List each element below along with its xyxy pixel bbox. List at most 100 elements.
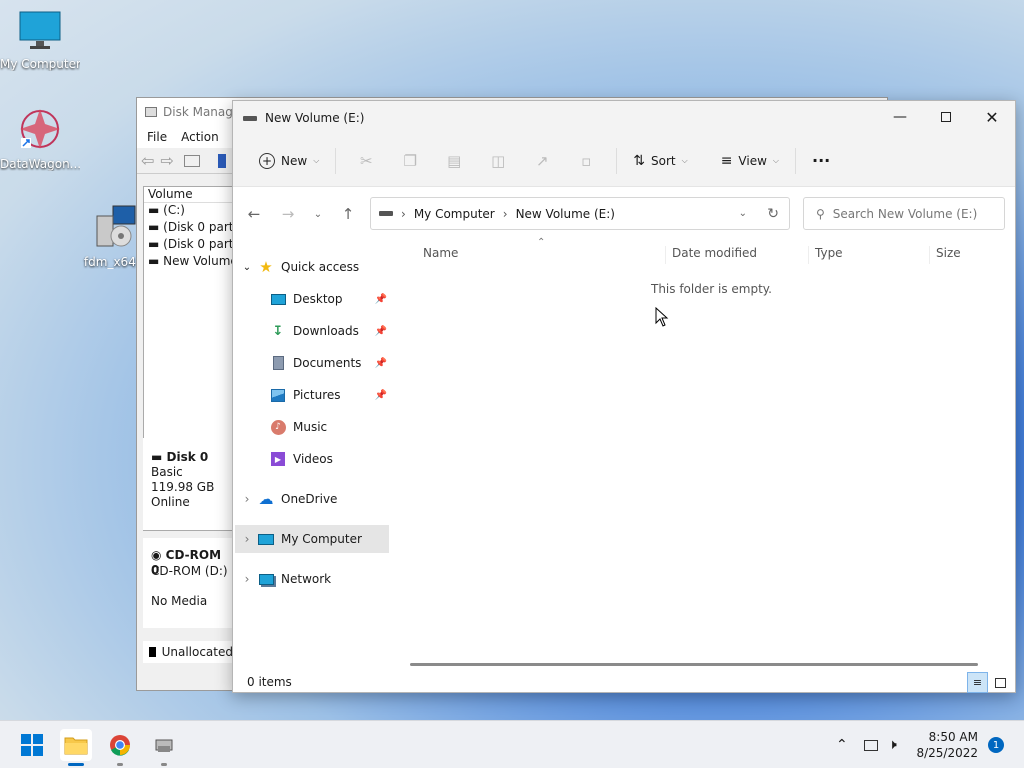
cdrom-panel[interactable]: ◉ CD-ROM 0 CD-ROM (D:) No Media <box>143 538 233 628</box>
download-arrow-icon: ↧ <box>272 323 284 339</box>
recent-locations-button[interactable]: ⌄ <box>301 209 335 220</box>
volume-icon[interactable]: 🕨 <box>888 721 897 768</box>
more-options-button[interactable]: ··· <box>804 145 838 177</box>
network-status-icon[interactable] <box>864 721 878 768</box>
menu-file[interactable]: File <box>147 130 167 144</box>
column-size[interactable]: Size <box>929 246 961 264</box>
address-bar[interactable]: › My Computer › New Volume (E:) ⌄ ↻ <box>370 197 790 230</box>
desktop-icon-datawagon[interactable]: DataWagon... <box>0 106 80 171</box>
maximize-button[interactable] <box>923 101 969 133</box>
cdrom-type: CD-ROM (D:) <box>151 564 228 578</box>
file-explorer-window[interactable]: New Volume (E:) — ✕ + New ⌵ ✂ ❐ ▤ ◫ ↗ ▫ … <box>232 100 1016 693</box>
up-button[interactable]: ↑ <box>331 205 365 223</box>
chevron-right-icon[interactable]: › <box>237 572 257 586</box>
properties-icon[interactable] <box>183 154 200 167</box>
taskbar-chrome[interactable] <box>104 729 136 766</box>
disk-0-status: Online <box>151 495 190 509</box>
close-button[interactable]: ✕ <box>969 101 1015 133</box>
column-type[interactable]: Type <box>808 246 843 264</box>
nav-documents[interactable]: Documents 📌 <box>233 349 389 377</box>
nav-music[interactable]: ♪ Music <box>233 413 389 441</box>
large-icons-view-icon[interactable] <box>990 672 1011 693</box>
sort-button[interactable]: ⇅ Sort ⌵ <box>625 145 695 177</box>
disk-0-type: Basic <box>151 465 183 479</box>
forward-arrow-icon[interactable]: ⇨ <box>160 151 173 170</box>
datawagon-logo-icon <box>20 109 60 149</box>
pin-icon[interactable]: 📌 <box>375 294 387 305</box>
back-button[interactable]: ← <box>237 205 271 223</box>
refresh-icon[interactable]: ↻ <box>767 206 779 222</box>
notification-center-button[interactable]: 1 <box>988 721 1004 768</box>
pin-icon[interactable]: 📌 <box>375 390 387 401</box>
column-date-modified[interactable]: Date modified <box>665 246 757 264</box>
nav-downloads[interactable]: ↧ Downloads 📌 <box>233 317 389 345</box>
share-icon[interactable]: ↗ <box>530 145 554 177</box>
pin-icon[interactable]: 📌 <box>375 358 387 369</box>
sort-icon: ⇅ <box>633 152 645 169</box>
command-bar: + New ⌵ ✂ ❐ ▤ ◫ ↗ ▫ ⇅ Sort ⌵ ≡ View ⌵ ··… <box>233 135 1015 187</box>
forward-button[interactable]: → <box>271 205 305 223</box>
nav-label: Videos <box>293 452 333 466</box>
nav-desktop[interactable]: Desktop 📌 <box>233 285 389 313</box>
nav-network[interactable]: › Network <box>233 565 389 593</box>
toolbar-separator <box>794 147 796 174</box>
rename-icon[interactable]: ◫ <box>486 145 510 177</box>
nav-label: Desktop <box>293 292 343 306</box>
nav-label: Quick access <box>281 260 360 274</box>
details-view-icon[interactable]: ≡ <box>967 672 988 693</box>
chevron-right-icon[interactable]: › <box>237 532 257 546</box>
volume-row[interactable]: ▬ (Disk 0 partiti <box>144 220 242 237</box>
copy-icon[interactable]: ❐ <box>398 145 422 177</box>
show-hidden-icons-button[interactable]: ⌃ <box>836 721 848 768</box>
delete-icon[interactable]: ▫ <box>574 145 598 177</box>
horizontal-scrollbar[interactable] <box>410 663 978 666</box>
minimize-button[interactable]: — <box>877 101 923 133</box>
nav-videos[interactable]: ▶ Videos <box>233 445 389 473</box>
taskbar-file-explorer[interactable] <box>60 729 92 766</box>
search-box[interactable]: ⚲ Search New Volume (E:) <box>803 197 1005 230</box>
chevron-down-icon[interactable]: ⌄ <box>237 262 257 273</box>
column-name[interactable]: Name <box>417 246 458 264</box>
disk-0-name: ▬ Disk 0 <box>151 450 209 464</box>
installer-icon <box>96 205 136 247</box>
sort-label: Sort <box>651 153 676 168</box>
volume-row[interactable]: ▬ (Disk 0 partiti <box>144 237 242 254</box>
unallocated-label: Unallocated <box>161 645 233 659</box>
taskbar-disk-management[interactable] <box>148 729 180 766</box>
nav-quick-access[interactable]: ⌄ ★ Quick access <box>233 253 389 281</box>
paste-icon[interactable]: ▤ <box>442 145 466 177</box>
breadcrumb-chevron-icon: › <box>502 206 508 221</box>
cut-icon[interactable]: ✂ <box>354 145 378 177</box>
chevron-right-icon[interactable]: › <box>237 492 257 506</box>
mouse-cursor-icon <box>655 307 669 327</box>
view-button[interactable]: ≡ View ⌵ <box>713 145 787 177</box>
volume-label: (C:) <box>163 203 185 217</box>
nav-pictures[interactable]: Pictures 📌 <box>233 381 389 409</box>
clock[interactable]: 8:50 AM 8/25/2022 <box>916 721 978 768</box>
address-dropdown-icon[interactable]: ⌄ <box>739 208 747 219</box>
volume-column-header[interactable]: Volume <box>144 187 242 203</box>
start-button[interactable] <box>16 729 48 761</box>
back-arrow-icon[interactable]: ⇦ <box>141 151 154 170</box>
desktop-icon-my-computer[interactable]: My Computer <box>0 10 80 71</box>
nav-onedrive[interactable]: › ☁ OneDrive <box>233 485 389 513</box>
explorer-titlebar[interactable]: New Volume (E:) — ✕ <box>233 101 1015 135</box>
nav-my-computer[interactable]: › My Computer <box>235 525 389 553</box>
pin-icon[interactable]: 📌 <box>375 326 387 337</box>
address-row: ← → ⌄ ↑ › My Computer › New Volume (E:) … <box>233 197 1017 231</box>
network-icon <box>257 570 275 588</box>
help-icon[interactable] <box>217 153 226 168</box>
volume-row[interactable]: ▬ (C:) <box>144 203 242 220</box>
active-indicator <box>68 763 84 766</box>
volume-row[interactable]: ▬ New Volume <box>144 254 242 271</box>
new-button[interactable]: + New ⌵ <box>251 145 327 177</box>
breadcrumb-new-volume[interactable]: New Volume (E:) <box>516 207 615 221</box>
chevron-down-icon: ⌵ <box>313 155 320 165</box>
navigation-pane: ⌄ ★ Quick access Desktop 📌 ↧ Downloads 📌… <box>233 245 391 665</box>
volume-label: (Disk 0 partiti <box>163 220 242 234</box>
nav-label: Pictures <box>293 388 341 402</box>
menu-action[interactable]: Action <box>181 130 219 144</box>
desktop-icon-label: My Computer <box>0 57 80 71</box>
breadcrumb-my-computer[interactable]: My Computer <box>414 207 495 221</box>
disk-0-panel[interactable]: ▬ Disk 0 Basic 119.98 GB Online <box>143 438 233 530</box>
